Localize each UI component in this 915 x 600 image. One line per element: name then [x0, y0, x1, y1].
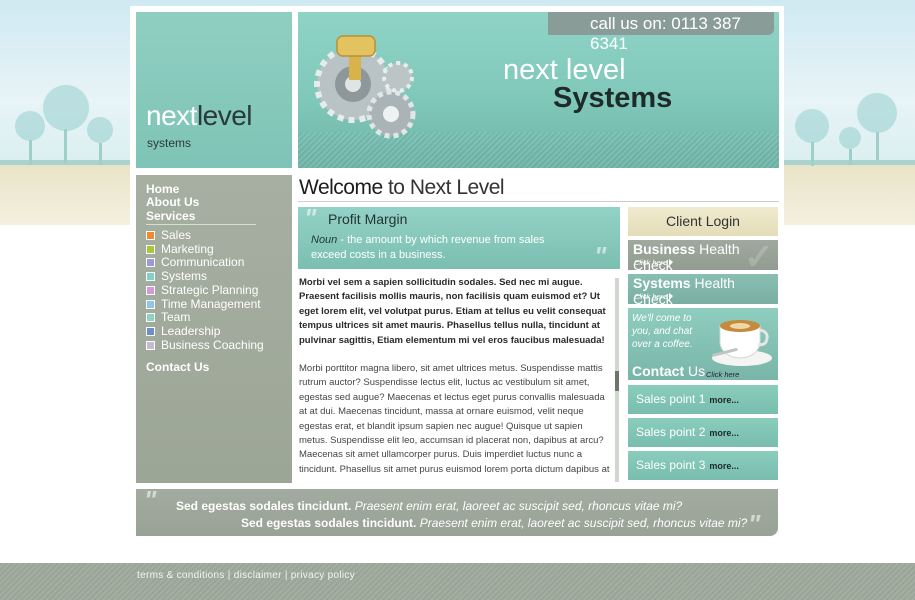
logo[interactable]: nextlevel systems: [136, 12, 292, 168]
definition-box: " Profit Margin Noun - the amount by whi…: [298, 203, 620, 271]
open-quote-icon: ": [144, 485, 157, 515]
phone-number: call us on: 0113 387 6341: [590, 14, 741, 53]
scrollbar-thumb[interactable]: [615, 371, 619, 391]
square-bullet-icon: [146, 244, 155, 254]
systems-health-check-button[interactable]: Systems Health Check Click here: [628, 274, 778, 304]
square-bullet-icon: [146, 299, 155, 309]
nav-about-us[interactable]: About Us: [146, 195, 199, 209]
testimonial-line-1: Sed egestas sodales tincidunt. Praesent …: [176, 499, 683, 513]
nav-item-sales[interactable]: Sales: [146, 228, 191, 242]
banner-title-line2: Systems: [553, 82, 673, 114]
square-bullet-icon: [146, 271, 155, 281]
footer-band: [0, 563, 915, 600]
privacy-policy-link[interactable]: privacy policy: [291, 570, 355, 581]
more-link[interactable]: more...: [709, 395, 739, 405]
square-bullet-icon: [146, 312, 155, 322]
square-bullet-icon: [146, 257, 155, 267]
definition-title: Profit Margin: [328, 211, 408, 227]
header-banner: call us on: 0113 387 6341 next level Sys…: [298, 12, 779, 168]
close-quote-icon: ": [748, 509, 761, 539]
nav-item-team[interactable]: Team: [146, 310, 190, 324]
nav-item-strategic-planning[interactable]: Strategic Planning: [146, 283, 258, 297]
nav-services[interactable]: Services: [146, 209, 195, 223]
more-link[interactable]: more...: [709, 461, 739, 471]
arrow-right-icon: [669, 293, 674, 299]
nav-home[interactable]: Home: [146, 182, 179, 196]
square-bullet-icon: [146, 230, 155, 240]
coffee-cup-icon: [712, 320, 772, 366]
nav-item-business-coaching[interactable]: Business Coaching: [146, 338, 264, 352]
nav-item-communication[interactable]: Communication: [146, 255, 244, 269]
logo-subtitle: systems: [147, 136, 192, 150]
square-bullet-icon: [146, 285, 155, 295]
definition-text: Noun - the amount by which revenue from …: [311, 234, 545, 261]
nav-item-marketing[interactable]: Marketing: [146, 242, 214, 256]
title-divider: [298, 201, 779, 202]
article-body: Morbi porttitor magna libero, sit amet u…: [299, 363, 610, 475]
footer-links: terms & conditions | disclaimer | privac…: [137, 570, 356, 581]
gears-illustration: [314, 35, 416, 139]
client-login-button[interactable]: Client Login: [628, 207, 778, 236]
sidebar-nav: Home About Us Services Sales Marketing C…: [136, 175, 292, 483]
square-bullet-icon: [146, 326, 155, 336]
contact-us-promo[interactable]: We'll come to you, and chat over a coffe…: [628, 308, 778, 380]
terms-link[interactable]: terms & conditions: [137, 570, 225, 581]
page-title: Welcome to Next Level: [299, 176, 505, 199]
sales-point-2[interactable]: Sales point 2 more...: [628, 418, 778, 447]
disclaimer-link[interactable]: disclaimer: [234, 570, 282, 581]
arrow-right-icon: [669, 259, 674, 265]
nav-divider: [146, 224, 256, 225]
logo-wordmark: nextlevel: [146, 100, 253, 131]
more-link[interactable]: more...: [709, 428, 739, 438]
sales-point-1[interactable]: Sales point 1 more...: [628, 385, 778, 414]
nav-item-leadership[interactable]: Leadership: [146, 324, 220, 338]
square-bullet-icon: [146, 340, 155, 350]
article-content: Morbi vel sem a sapien sollicitudin soda…: [299, 276, 611, 482]
business-health-check-button[interactable]: ✓ Business Health Check Click here: [628, 240, 778, 270]
open-quote-icon: ": [304, 203, 317, 233]
testimonial-line-2: Sed egestas sodales tincidunt. Praesent …: [241, 516, 748, 530]
sales-point-3[interactable]: Sales point 3 more...: [628, 451, 778, 480]
nav-item-time-management[interactable]: Time Management: [146, 297, 261, 311]
close-quote-icon: ": [594, 241, 607, 271]
nav-item-systems[interactable]: Systems: [146, 269, 207, 283]
testimonial-bar: " Sed egestas sodales tincidunt. Praesen…: [136, 485, 778, 539]
contact-promo-text: We'll come to you, and chat over a coffe…: [632, 313, 693, 350]
nav-contact-us[interactable]: Contact Us: [146, 360, 209, 374]
article-lead: Morbi vel sem a sapien sollicitudin soda…: [299, 277, 606, 346]
